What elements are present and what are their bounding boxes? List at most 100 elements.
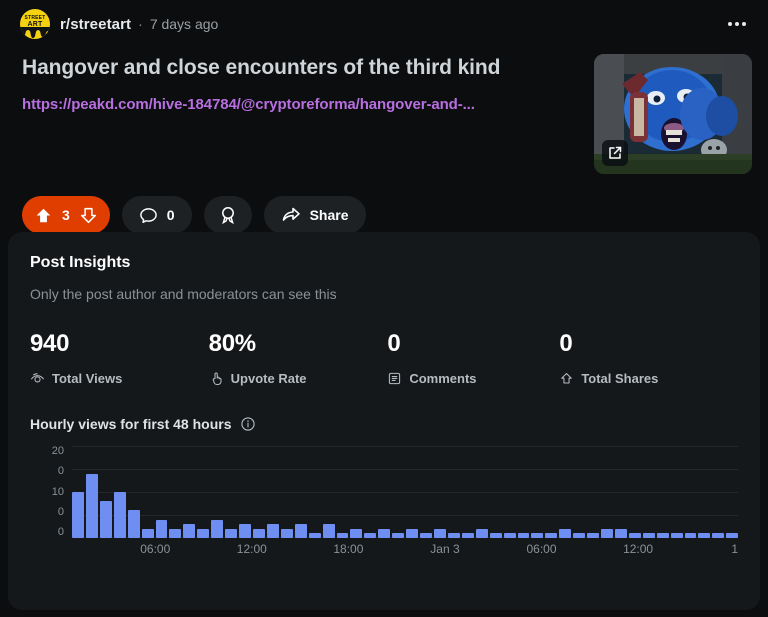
chart-bar[interactable]	[461, 533, 474, 538]
upvote-icon[interactable]	[35, 207, 52, 224]
chart-bar[interactable]	[475, 528, 488, 538]
chart-bar[interactable]	[670, 533, 683, 538]
insights-subtitle: Only the post author and moderators can …	[30, 286, 337, 302]
stat-comments: 0 Comments	[387, 330, 559, 386]
stat-total-views: 940 Total Views	[30, 330, 209, 386]
stat-label: Total Views	[52, 371, 123, 386]
chart-bar[interactable]	[85, 473, 98, 538]
chart-bar[interactable]	[573, 533, 586, 538]
comment-button[interactable]: 0	[121, 196, 192, 234]
chart-bar[interactable]	[266, 524, 279, 538]
overflow-menu-button[interactable]	[722, 16, 752, 32]
chart-bar[interactable]	[614, 528, 627, 538]
chart-bar[interactable]	[211, 519, 224, 538]
chart-bar[interactable]	[726, 533, 739, 538]
chart-bar[interactable]	[447, 533, 460, 538]
stat-value: 0	[387, 330, 401, 357]
chart-bar[interactable]	[420, 533, 432, 538]
vote-pill[interactable]: 3	[22, 196, 110, 234]
chart-bar[interactable]	[364, 533, 377, 538]
post-actions: 3 0 Share	[0, 174, 768, 234]
chart-y-axis: 20 0 10 0 0	[30, 446, 64, 538]
post-header: STREET ART r/streetart · 7 days ago	[0, 0, 768, 40]
chart-bar[interactable]	[197, 528, 210, 538]
dot-icon	[735, 22, 739, 26]
post-title[interactable]: Hangover and close encounters of the thi…	[22, 54, 580, 81]
chart-bar[interactable]	[628, 533, 641, 538]
stat-value: 80%	[208, 330, 256, 357]
award-button[interactable]	[203, 196, 252, 234]
chart-bar[interactable]	[559, 528, 572, 538]
chart-title: Hourly views for first 48 hours	[30, 416, 232, 432]
header-separator: ·	[138, 16, 143, 32]
x-tick-label: Jan 3	[430, 542, 460, 556]
chart-bar[interactable]	[489, 533, 502, 538]
post-timestamp: 7 days ago	[149, 16, 219, 32]
chart-bar[interactable]	[294, 524, 307, 538]
chart-bar[interactable]	[517, 533, 530, 538]
post-page: STREET ART r/streetart · 7 days ago Hang…	[0, 0, 768, 617]
subreddit-name[interactable]: r/streetart	[60, 16, 131, 33]
chart-bar[interactable]	[601, 528, 613, 538]
chart-bar[interactable]	[72, 492, 84, 538]
share-button[interactable]: Share	[263, 196, 366, 234]
comment-icon	[139, 207, 157, 223]
chart-bar[interactable]	[99, 501, 112, 538]
y-tick-label: 10	[51, 485, 64, 498]
chart-bar[interactable]	[698, 533, 711, 538]
external-link-icon[interactable]	[602, 140, 628, 166]
post-insights-card: Post Insights Only the post author and m…	[8, 232, 760, 610]
chart-bar[interactable]	[531, 533, 544, 538]
share-arrow-icon	[561, 373, 573, 384]
x-tick-label: 18:00	[333, 542, 364, 556]
stat-value: 940	[30, 330, 70, 357]
chart-bar[interactable]	[225, 528, 238, 538]
chart-bar[interactable]	[322, 524, 335, 538]
chart-bar[interactable]	[392, 533, 405, 538]
chart-plot-area	[72, 446, 739, 538]
chart-bar[interactable]	[169, 528, 182, 538]
downvote-icon[interactable]	[80, 207, 97, 224]
dot-icon	[728, 22, 732, 26]
hourly-views-chart: 20 0 10 0 0 06:00 12:00 18:00 Jan 3 06:00 12:00 1	[30, 446, 739, 566]
chart-bar[interactable]	[239, 524, 251, 538]
y-tick-label: 0	[57, 505, 64, 518]
comment-count: 0	[166, 207, 175, 223]
chart-bar[interactable]	[587, 533, 600, 538]
chart-bar[interactable]	[712, 533, 725, 538]
chart-bar[interactable]	[127, 510, 140, 538]
chart-bar[interactable]	[141, 528, 154, 538]
chart-bar[interactable]	[280, 528, 293, 538]
stat-label: Total Shares	[581, 371, 659, 386]
eye-icon	[30, 373, 45, 383]
x-tick-label: 06:00	[526, 542, 557, 556]
y-tick-label: 0	[57, 465, 64, 478]
chart-bar[interactable]	[406, 528, 419, 538]
stat-value: 0	[559, 330, 573, 357]
chart-bar[interactable]	[684, 533, 697, 538]
chart-bar[interactable]	[113, 492, 126, 538]
chart-bar[interactable]	[503, 533, 516, 538]
x-tick-label: 12:00	[623, 542, 654, 556]
chart-bar[interactable]	[545, 533, 558, 538]
chart-bar[interactable]	[433, 528, 446, 538]
chart-bar[interactable]	[656, 533, 669, 538]
chart-bar[interactable]	[642, 533, 655, 538]
chart-bar[interactable]	[155, 519, 168, 538]
info-icon[interactable]	[240, 416, 256, 432]
chart-bar[interactable]	[350, 528, 363, 538]
insights-stats: 940 Total Views 80% Upvote Rate 0 Commen…	[30, 330, 738, 386]
chart-bar[interactable]	[252, 528, 265, 538]
subreddit-avatar[interactable]: STREET ART	[20, 9, 50, 39]
x-tick-label: 1	[731, 542, 738, 556]
chart-bar[interactable]	[308, 533, 321, 538]
chart-bar[interactable]	[378, 528, 391, 538]
chart-bar[interactable]	[183, 524, 196, 538]
post-thumbnail[interactable]	[594, 54, 752, 174]
insights-title: Post Insights	[30, 254, 131, 271]
hand-pointing-icon	[212, 372, 222, 386]
comments-doc-icon	[389, 372, 401, 385]
post-link[interactable]: https://peakd.com/hive-184784/@cryptoref…	[22, 96, 580, 113]
post-text-column: Hangover and close encounters of the thi…	[22, 40, 594, 174]
chart-bar[interactable]	[336, 533, 349, 538]
